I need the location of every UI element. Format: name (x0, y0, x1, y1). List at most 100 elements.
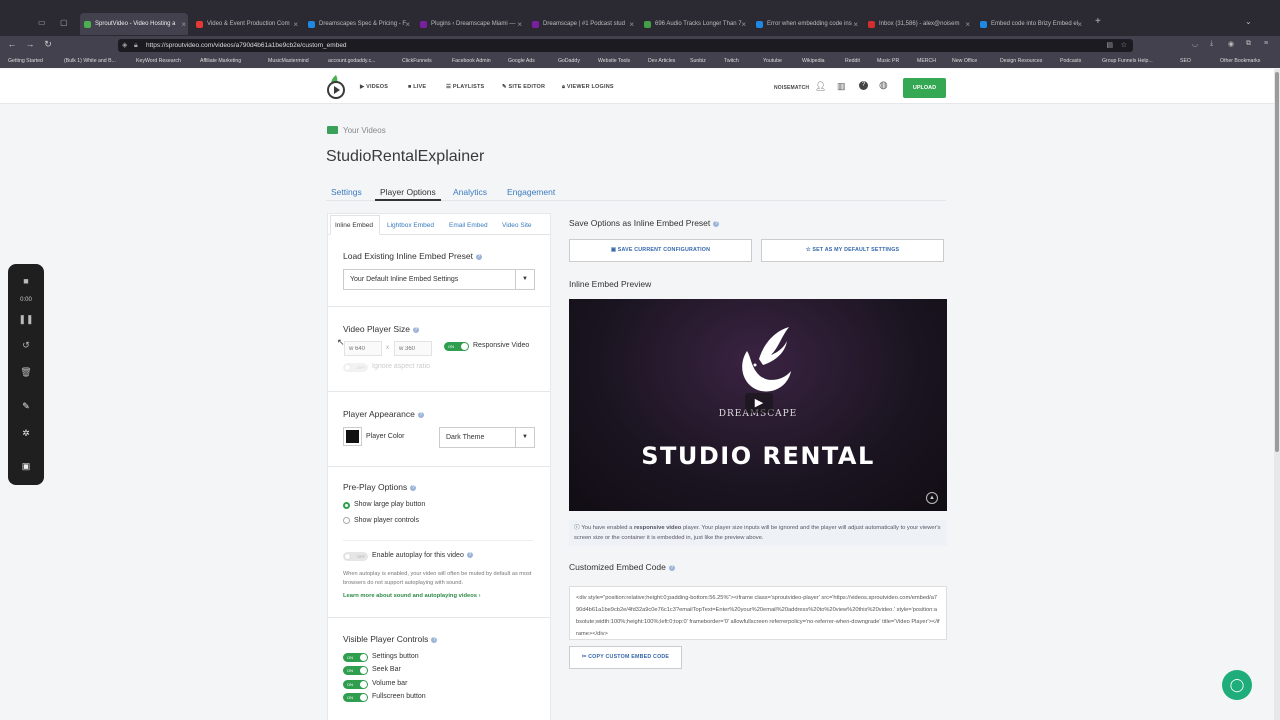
bookmark-item[interactable]: Podcasts (1060, 58, 1081, 64)
analytics-icon[interactable]: ▥ (837, 81, 846, 92)
address-bar[interactable]: ◈ 🔒︎ https://sproutvideo.com/videos/a790… (118, 39, 1133, 52)
radio-player-controls[interactable] (343, 517, 350, 524)
account-name[interactable]: NOISEMATCH (774, 85, 809, 91)
browser-tab[interactable]: Dreamscape | #1 Podcast stud × (528, 15, 636, 33)
browser-tab[interactable]: Video & Event Production Com × (192, 15, 300, 33)
question-icon[interactable]: ? (713, 220, 720, 227)
bookmark-item[interactable]: Affiliate Marketing (200, 58, 241, 64)
bookmark-item[interactable]: MERCH (917, 58, 936, 64)
bookmark-item[interactable]: Website Tools (598, 58, 630, 64)
tab-player-options[interactable]: Player Options (380, 187, 436, 197)
responsive-toggle[interactable]: ON (444, 342, 469, 351)
back-icon[interactable]: ← (4, 39, 20, 49)
tab-engagement[interactable]: Engagement (507, 187, 555, 197)
camera-icon[interactable]: ▣ (8, 461, 44, 472)
help-icon[interactable]: ? (859, 81, 868, 90)
question-icon[interactable]: ? (431, 636, 438, 643)
preset-select[interactable]: Your Default Inline Embed Settings ▼ (343, 269, 535, 290)
sidebar-toggle-icon[interactable]: ▭ (38, 18, 46, 27)
scrollbar-thumb[interactable] (1275, 72, 1279, 452)
lock-icon[interactable]: 🔒︎ (134, 39, 138, 52)
bookmark-item[interactable]: Dev Articles (648, 58, 675, 64)
chat-help-button[interactable]: ◯ (1222, 670, 1252, 700)
set-default-button[interactable]: ☆ SET AS MY DEFAULT SETTINGS (761, 239, 944, 262)
autoplay-learn-more-link[interactable]: Learn more about sound and autoplaying v… (343, 593, 481, 599)
extensions-icon[interactable]: ⧉ (1246, 40, 1251, 48)
settings-button-toggle[interactable]: ON (343, 653, 368, 662)
forward-icon[interactable]: → (22, 39, 38, 49)
save-configuration-button[interactable]: ▣ SAVE CURRENT CONFIGURATION (569, 239, 752, 262)
bookmark-star-icon[interactable]: ☆ (1121, 39, 1127, 52)
bookmark-item[interactable]: Sunbiz (690, 58, 706, 64)
bookmark-item[interactable]: ClickFunnels (402, 58, 432, 64)
bookmark-item[interactable]: (Bulk 1) White and B... (64, 58, 116, 64)
nav-site-editor[interactable]: ✎ SITE EDITOR (502, 84, 545, 90)
tab-analytics[interactable]: Analytics (453, 187, 487, 197)
question-icon[interactable]: ? (475, 253, 482, 260)
new-tab-icon[interactable]: + (1095, 16, 1101, 27)
bookmark-item[interactable]: Getting Started (8, 58, 43, 64)
height-input[interactable] (394, 341, 432, 356)
theme-select[interactable]: Dark Theme ▼ (439, 427, 535, 448)
downloads-icon[interactable]: ⤓ (1210, 40, 1213, 48)
bookmark-item[interactable]: Twitch (724, 58, 739, 64)
bookmark-item[interactable]: Google Ads (508, 58, 535, 64)
shield-icon[interactable]: ◈ (122, 39, 127, 52)
subtab-email-embed[interactable]: Email Embed (449, 222, 488, 229)
bookmark-item[interactable]: Wikipedia (802, 58, 825, 64)
close-tab-icon[interactable]: × (1077, 20, 1082, 29)
subtab-lightbox-embed[interactable]: Lightbox Embed (387, 222, 434, 229)
radio-large-play-selected[interactable] (343, 502, 350, 509)
browser-tab[interactable]: SproutVideo - Video Hosting a × (80, 13, 188, 35)
width-input[interactable] (344, 341, 382, 356)
bookmark-item[interactable]: Other Bookmarks (1220, 58, 1260, 64)
question-icon[interactable]: ? (466, 552, 473, 559)
bookmark-item[interactable]: KeyWord Research (136, 58, 181, 64)
nav-live[interactable]: ■ LIVE (408, 84, 426, 90)
copy-embed-code-button[interactable]: ✂ COPY CUSTOM EMBED CODE (569, 646, 682, 669)
browser-tab[interactable]: Error when embedding code ins × (752, 15, 860, 33)
nav-playlists[interactable]: ☰ PLAYLISTS (446, 84, 484, 90)
nav-videos[interactable]: ▶︎ VIDEOS (360, 84, 388, 90)
bookmark-item[interactable]: MusicMastermind (268, 58, 309, 64)
bookmark-item[interactable]: Facebook Admin (452, 58, 491, 64)
stop-icon[interactable]: ■ (8, 276, 44, 286)
subtab-inline-embed[interactable]: Inline Embed (335, 222, 373, 229)
bookmark-item[interactable]: New Office (952, 58, 977, 64)
play-button-icon[interactable]: ▶︎ (745, 393, 773, 413)
tab-overflow-icon[interactable]: ⌄ (1245, 17, 1252, 26)
browser-tab[interactable]: Plugins ‹ Dreamscape Miami — × (416, 15, 524, 33)
fullscreen-button-toggle[interactable]: ON (343, 693, 368, 702)
effects-icon[interactable]: ✲ (8, 428, 44, 439)
draw-icon[interactable]: ✎ (8, 401, 44, 412)
bookmark-item[interactable]: Youtube (763, 58, 782, 64)
browser-tab[interactable]: Dreamscapes Spec & Pricing - F × (304, 15, 412, 33)
close-tab-icon[interactable]: × (293, 20, 298, 29)
question-icon[interactable]: ? (410, 484, 417, 491)
ignore-aspect-toggle[interactable]: OFF (343, 363, 368, 372)
close-tab-icon[interactable]: × (965, 20, 970, 29)
player-color-swatch[interactable] (343, 427, 362, 446)
bookmark-item[interactable]: account.godaddy.c... (328, 58, 376, 64)
browser-tab[interactable]: Inbox (31,586) - alex@noisem × (864, 15, 972, 33)
nav-viewer-logins[interactable]: 🔒︎ VIEWER LOGINS (562, 84, 614, 91)
user-icon[interactable]: 👤︎ (815, 81, 826, 92)
trash-icon[interactable]: 🗑︎ (8, 367, 44, 378)
close-tab-icon[interactable]: × (181, 20, 186, 29)
question-icon[interactable]: ? (412, 326, 419, 333)
browser-tab[interactable]: Embed code into Brizy Embed el × (976, 15, 1084, 33)
close-tab-icon[interactable]: × (853, 20, 858, 29)
reader-view-icon[interactable]: ▤ (1106, 39, 1113, 52)
inline-embed-preview[interactable]: DREAMSCAPE ▶︎ STUDIO RENTAL ▲ (569, 299, 947, 511)
reload-icon[interactable]: ↻ (40, 39, 56, 50)
close-tab-icon[interactable]: × (629, 20, 634, 29)
close-tab-icon[interactable]: × (405, 20, 410, 29)
bookmark-item[interactable]: Group Funnels Help... (1102, 58, 1153, 64)
menu-icon[interactable]: ≡ (1264, 40, 1268, 47)
pause-icon[interactable]: ❚❚ (8, 314, 44, 325)
bookmark-item[interactable]: Reddit (845, 58, 860, 64)
globe-icon[interactable]: ◍ (879, 80, 888, 91)
pocket-icon[interactable]: ◡ (1192, 40, 1198, 48)
tab-list-icon[interactable]: ▢ (60, 18, 68, 27)
volume-bar-toggle[interactable]: ON (343, 680, 368, 689)
